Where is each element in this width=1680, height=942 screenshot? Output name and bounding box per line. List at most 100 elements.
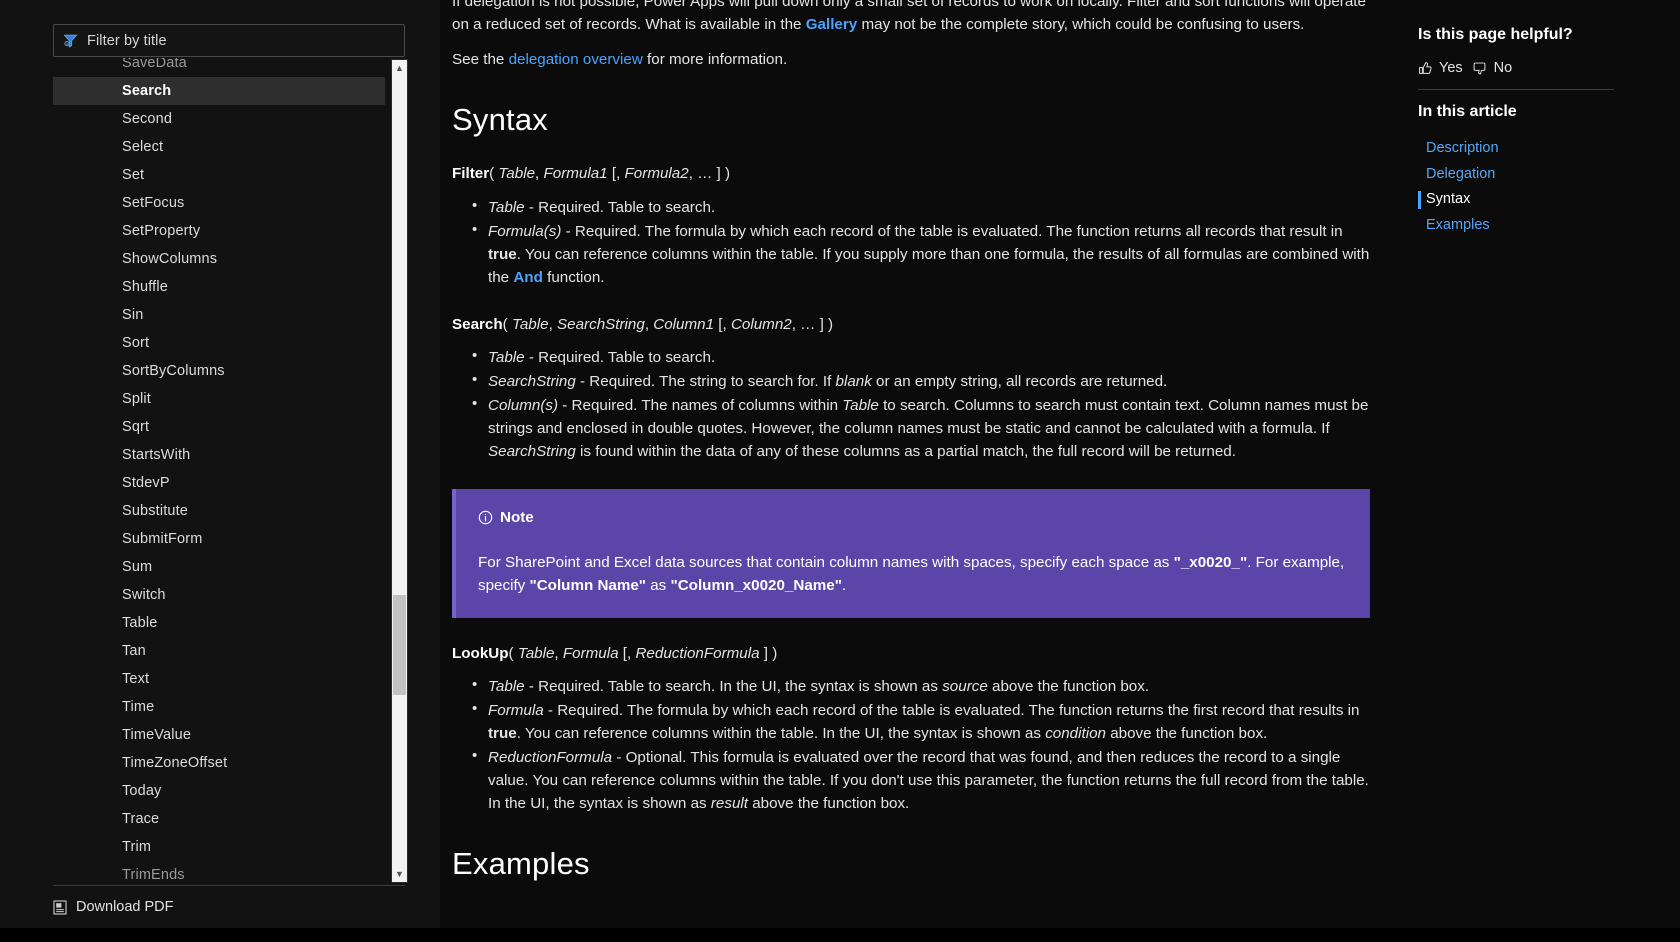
arg-text3: above the function box.	[1105, 725, 1268, 742]
lookup-sig-arg3: ReductionFormula	[635, 644, 760, 662]
filter-sig-arg2: Formula1	[543, 165, 608, 183]
search-fn-name: Search	[452, 315, 503, 333]
list-item: Table - Required. Table to search. In th…	[472, 674, 1370, 698]
feedback-yes-label: Yes	[1439, 60, 1463, 76]
feedback-yes-button[interactable]: Yes	[1418, 60, 1463, 76]
search-sig-arg1: Table	[511, 315, 549, 333]
function-list[interactable]: SaveData Search Second Select Set SetFocus Set…	[53, 58, 405, 884]
main-article: If delegation is not possible, Power App…	[440, 0, 1370, 942]
arg-italic-condition: condition	[1045, 725, 1106, 742]
sidebar-item-sin[interactable]: Sin	[53, 301, 385, 329]
sidebar-item-startswith[interactable]: StartsWith	[53, 441, 385, 469]
sidebar-item-savedata[interactable]: SaveData	[53, 58, 385, 77]
sidebar-item-stdevp[interactable]: StdevP	[53, 469, 385, 497]
see-also-paragraph: See the delegation overview for more inf…	[452, 48, 1370, 71]
sidebar-item-showcolumns[interactable]: ShowColumns	[53, 245, 385, 273]
thumbs-up-icon	[1418, 61, 1433, 76]
lookup-sig-tail: ] )	[759, 644, 778, 662]
sidebar-item-select[interactable]: Select	[53, 133, 385, 161]
sidebar-item-timevalue[interactable]: TimeValue	[53, 721, 385, 749]
sidebar-item-setproperty[interactable]: SetProperty	[53, 217, 385, 245]
search-sig-arg2: SearchString	[557, 315, 645, 333]
in-this-article-title: In this article	[1418, 103, 1517, 120]
filter-signature: Filter( Table, Formula1 [, Formula2, … ]…	[452, 162, 1370, 185]
sidebar-item-switch[interactable]: Switch	[53, 581, 385, 609]
function-list-scrollbar[interactable]: ▲ ▼	[391, 59, 408, 883]
sidebar-item-sortbycolumns[interactable]: SortByColumns	[53, 357, 385, 385]
arg-italic-searchstring: SearchString	[488, 443, 576, 461]
sidebar-item-substitute[interactable]: Substitute	[53, 497, 385, 525]
sidebar-item-second[interactable]: Second	[53, 105, 385, 133]
arg-italic-result: result	[710, 795, 748, 813]
gallery-link[interactable]: Gallery	[806, 16, 858, 33]
sidebar-item-timezoneoffset[interactable]: TimeZoneOffset	[53, 749, 385, 777]
list-item: Formula - Required. The formula by which…	[472, 698, 1370, 745]
toc-item-delegation[interactable]: Delegation	[1418, 162, 1618, 188]
sidebar-item-trace[interactable]: Trace	[53, 805, 385, 833]
arg-text2: . You can reference columns within the t…	[516, 725, 1046, 742]
lookup-sig-arg1: Table	[517, 644, 555, 662]
function-list-scroll-content: SaveData Search Second Select Set SetFocus Set…	[53, 58, 385, 884]
note-part3: as	[646, 577, 671, 595]
note-body: For SharePoint and Excel data sources th…	[478, 551, 1348, 598]
search-sig-tail: , … ] )	[791, 315, 834, 333]
toc-item-syntax[interactable]: Syntax	[1418, 187, 1618, 213]
filter-placeholder-text: Filter by title	[87, 32, 167, 49]
sidebar-item-setfocus[interactable]: SetFocus	[53, 189, 385, 217]
arg-term: SearchString	[488, 373, 576, 391]
sidebar-item-sqrt[interactable]: Sqrt	[53, 413, 385, 441]
lookup-arguments-list: Table - Required. Table to search. In th…	[452, 674, 1370, 816]
arg-text: - Required. The string to search for. If	[575, 373, 836, 391]
sidebar-item-sum[interactable]: Sum	[53, 553, 385, 581]
see-also-part2: for more information.	[642, 51, 788, 69]
and-function-link[interactable]: And	[513, 269, 543, 286]
filter-by-title-field[interactable]: A Filter by title	[53, 24, 405, 57]
sidebar-item-trimends[interactable]: TrimEnds	[53, 861, 385, 884]
filter-input-box[interactable]: A Filter by title	[53, 24, 405, 57]
scrollbar-thumb[interactable]	[393, 595, 406, 695]
sidebar-item-today[interactable]: Today	[53, 777, 385, 805]
feedback-no-label: No	[1493, 60, 1513, 76]
note-title: Note	[500, 508, 534, 526]
search-sig-arg4: Column2	[730, 315, 792, 333]
toc-item-description[interactable]: Description	[1418, 136, 1618, 162]
filter-icon: A	[63, 33, 78, 48]
sidebar-item-split[interactable]: Split	[53, 385, 385, 413]
scrollbar-down-arrow-icon[interactable]: ▼	[392, 866, 407, 882]
note-callout: Note For SharePoint and Excel data sourc…	[452, 488, 1370, 618]
sidebar-item-table[interactable]: Table	[53, 609, 385, 637]
search-sig-sep2: ,	[644, 315, 654, 333]
sidebar-item-set[interactable]: Set	[53, 161, 385, 189]
feedback-no-button[interactable]: No	[1473, 60, 1513, 76]
right-rail: Is this page helpful? Yes No In this art…	[1418, 0, 1680, 942]
filter-sig-arg1: Table	[498, 165, 536, 183]
note-part4: .	[841, 577, 847, 595]
search-sig-sep1: ,	[548, 315, 558, 333]
delegation-overview-link[interactable]: delegation overview	[509, 51, 643, 68]
download-pdf-label: Download PDF	[76, 899, 174, 915]
arg-term: Table	[488, 349, 525, 367]
sidebar-item-text[interactable]: Text	[53, 665, 385, 693]
arg-italic-table: Table	[842, 397, 879, 415]
arg-term: Formula	[488, 701, 544, 719]
sidebar-item-time[interactable]: Time	[53, 693, 385, 721]
bottom-strip	[0, 928, 1680, 942]
examples-heading: Examples	[452, 846, 590, 882]
download-pdf-button[interactable]: Download PDF	[53, 893, 405, 921]
sidebar-item-sort[interactable]: Sort	[53, 329, 385, 357]
filter-sig-optional: [,	[607, 165, 625, 183]
sidebar-item-submitform[interactable]: SubmitForm	[53, 525, 385, 553]
sidebar-item-shuffle[interactable]: Shuffle	[53, 273, 385, 301]
note-code2: "Column Name"	[529, 577, 647, 595]
sidebar-item-trim[interactable]: Trim	[53, 833, 385, 861]
arg-text: - Required. The formula by which each re…	[561, 222, 1343, 240]
sidebar-item-tan[interactable]: Tan	[53, 637, 385, 665]
lookup-signature: LookUp( Table, Formula [, ReductionFormu…	[452, 642, 1370, 665]
arg-term: Table	[488, 677, 525, 695]
scrollbar-up-arrow-icon[interactable]: ▲	[392, 60, 407, 76]
arg-text3: function.	[542, 268, 605, 286]
arg-term: Column(s)	[488, 397, 559, 415]
intro-paragraph: If delegation is not possible, Power App…	[452, 0, 1370, 36]
sidebar-item-search[interactable]: Search	[53, 77, 385, 105]
toc-item-examples[interactable]: Examples	[1418, 213, 1618, 239]
